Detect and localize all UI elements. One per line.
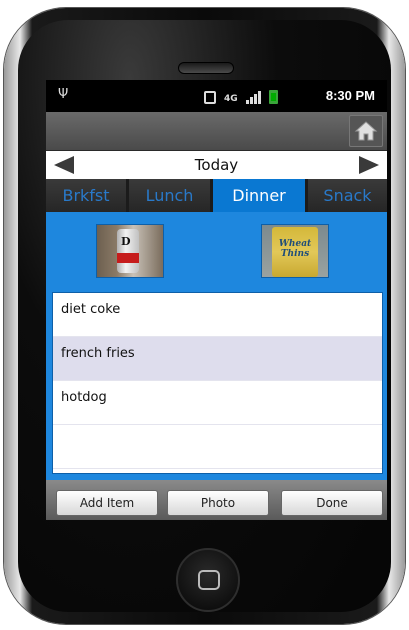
done-button[interactable]: Done <box>281 490 383 516</box>
next-day-arrow-icon[interactable] <box>359 156 379 174</box>
network-type: 4G <box>224 94 238 104</box>
list-item[interactable]: french fries <box>53 337 382 381</box>
title-bar <box>46 112 387 151</box>
list-item[interactable] <box>53 425 382 469</box>
tab-lunch[interactable]: Lunch <box>129 179 213 212</box>
tab-snack[interactable]: Snack <box>308 179 387 212</box>
button-bar: Add Item Photo Done <box>46 480 387 520</box>
phone-home-button[interactable] <box>176 548 240 612</box>
status-time: 8:30 PM <box>325 88 375 103</box>
vibrate-icon <box>204 91 216 104</box>
wheat-thins-photo[interactable]: Wheat Thins <box>261 224 329 278</box>
can-logo: D <box>121 235 131 248</box>
status-icons: 4G <box>204 88 278 104</box>
date-navigator: Today <box>46 151 387 179</box>
phone-speaker <box>178 62 234 74</box>
diet-coke-photo[interactable]: D <box>96 224 164 278</box>
battery-icon <box>268 90 278 104</box>
date-label: Today <box>194 156 239 174</box>
box-label: Wheat Thins <box>278 239 312 259</box>
home-icon[interactable] <box>349 115 383 147</box>
photo-button[interactable]: Photo <box>167 490 269 516</box>
tab-breakfast[interactable]: Brkfst <box>46 179 129 212</box>
usb-icon: Ψ <box>58 87 69 102</box>
box-image: Wheat Thins <box>272 227 318 277</box>
list-item[interactable]: diet coke <box>53 293 382 337</box>
tab-dinner[interactable]: Dinner <box>213 179 308 212</box>
status-bar: Ψ 4G 8:30 PM <box>46 80 387 112</box>
list-item[interactable]: hotdog <box>53 381 382 425</box>
food-item-list: diet coke french fries hotdog <box>52 292 383 474</box>
app-screen: Ψ 4G 8:30 PM Today Brkfst Lunch Dinner S… <box>46 80 387 520</box>
home-square-icon <box>198 570 220 590</box>
add-item-button[interactable]: Add Item <box>56 490 158 516</box>
signal-icon <box>245 91 261 104</box>
meal-tabs: Brkfst Lunch Dinner Snack <box>46 179 387 212</box>
meal-content: D Wheat Thins diet coke french fries hot… <box>46 212 387 480</box>
